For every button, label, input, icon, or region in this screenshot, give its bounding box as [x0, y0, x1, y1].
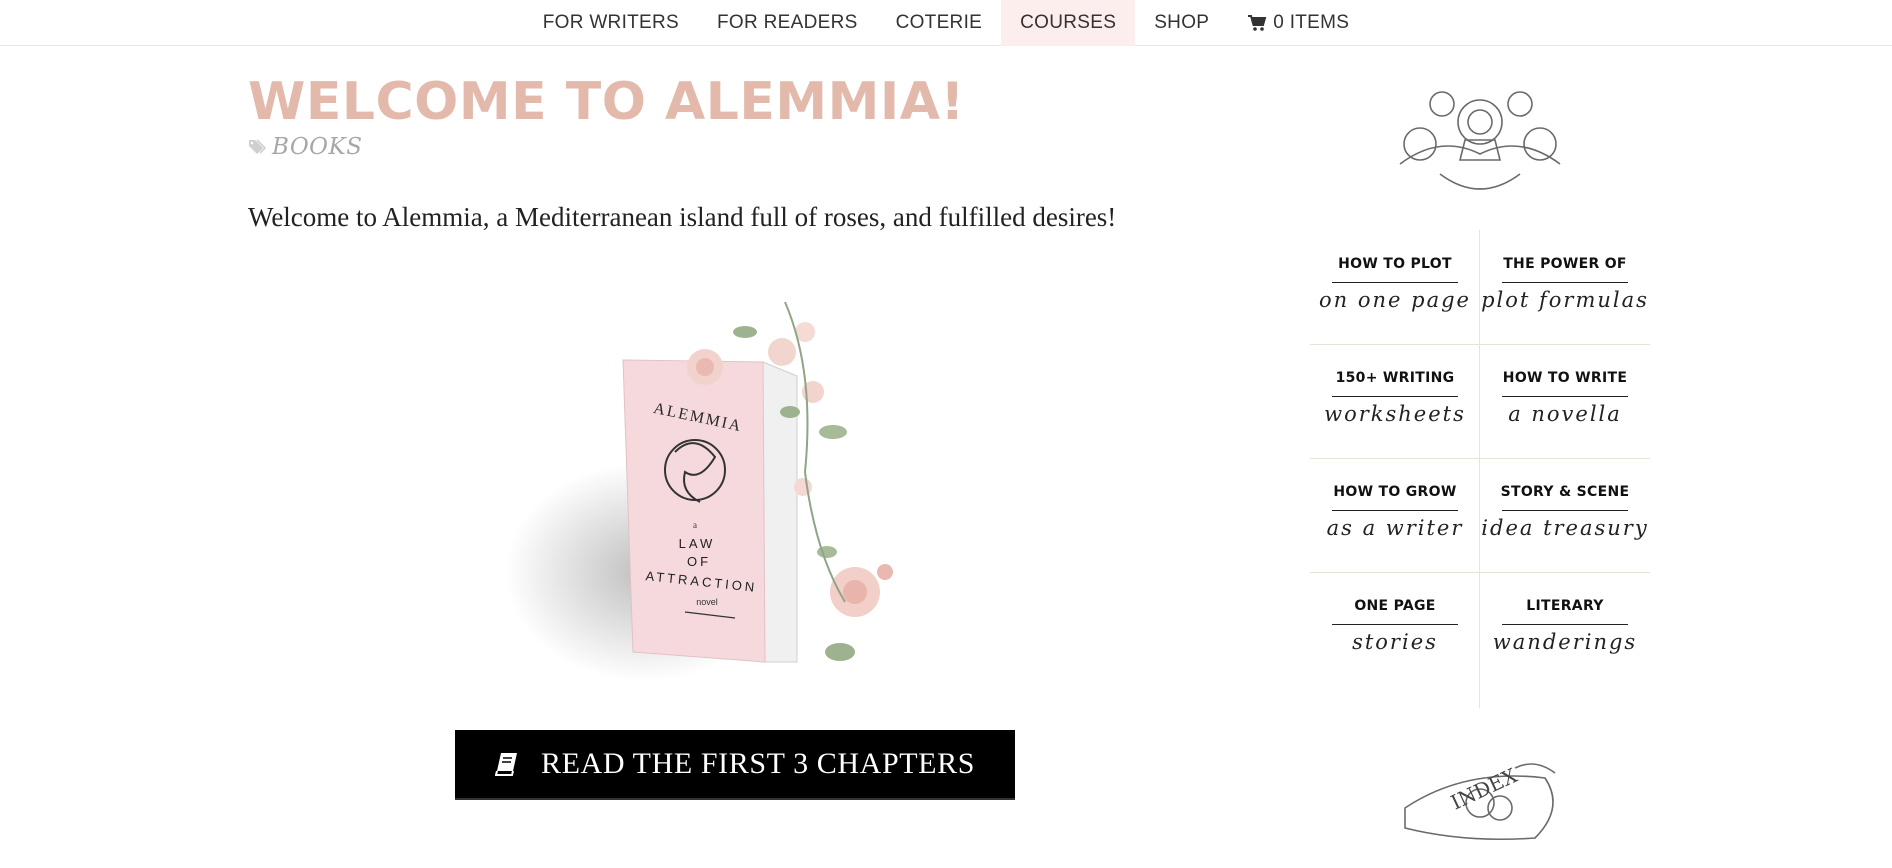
- nav-item-shop[interactable]: SHOP: [1135, 0, 1228, 46]
- link-how-to-plot[interactable]: HOW TO PLOT on one page: [1310, 230, 1480, 344]
- link-caption: HOW TO WRITE: [1502, 370, 1628, 386]
- link-caption: STORY & SCENE: [1500, 484, 1630, 500]
- index-label: INDEX: [1447, 763, 1522, 815]
- book-cover: [622, 359, 766, 663]
- link-script: on one page: [1319, 288, 1471, 312]
- link-rule: [1332, 510, 1458, 511]
- nav-item-for-writers[interactable]: FOR WRITERS: [524, 0, 698, 46]
- read-chapters-button[interactable]: READ THE FIRST 3 CHAPTERS: [455, 730, 1015, 798]
- rose-ornament-image: [1399, 91, 1561, 190]
- nav-item-for-readers[interactable]: FOR READERS: [698, 0, 877, 46]
- cart-icon: [1248, 15, 1267, 31]
- link-script: plot formulas: [1481, 288, 1649, 312]
- nav-item-coterie[interactable]: COTERIE: [877, 0, 1002, 46]
- link-rule: [1332, 282, 1458, 283]
- link-script: stories: [1352, 630, 1438, 654]
- post-category[interactable]: BOOKS: [248, 132, 362, 162]
- book-line-of: OF: [687, 554, 711, 569]
- link-caption: ONE PAGE: [1354, 598, 1436, 614]
- category-label: BOOKS: [272, 134, 363, 160]
- link-rule: [1502, 510, 1628, 511]
- link-how-to-write-novella[interactable]: HOW TO WRITE a novella: [1480, 344, 1650, 458]
- link-power-of-plot-formulas[interactable]: THE POWER OF plot formulas: [1480, 230, 1650, 344]
- cart-count: 0 ITEMS: [1273, 12, 1350, 33]
- link-caption: HOW TO GROW: [1333, 484, 1457, 500]
- cart-link[interactable]: 0 ITEMS: [1228, 0, 1368, 46]
- link-rule: [1332, 396, 1458, 397]
- book-line-law: LAW: [679, 536, 716, 551]
- link-how-to-grow[interactable]: HOW TO GROW as a writer: [1310, 458, 1480, 572]
- link-script: idea treasury: [1481, 516, 1649, 540]
- nav-item-courses[interactable]: COURSES: [1001, 0, 1136, 46]
- book-icon: [495, 753, 518, 776]
- book-line-novel: novel: [696, 597, 718, 607]
- book-cover-image[interactable]: ALEMMIA a LAW OF ATTRACTION novel: [485, 272, 985, 692]
- page-title: WELCOME TO ALEMMIA!: [248, 72, 965, 132]
- link-caption: LITERARY: [1526, 598, 1604, 614]
- link-script: as a writer: [1326, 516, 1464, 540]
- link-script: a novella: [1508, 402, 1622, 426]
- link-rule: [1502, 624, 1628, 625]
- link-script: wanderings: [1492, 630, 1638, 654]
- link-caption: THE POWER OF: [1503, 256, 1627, 272]
- cta-label: READ THE FIRST 3 CHAPTERS: [541, 747, 975, 780]
- book-line-a: a: [693, 520, 697, 530]
- link-script: worksheets: [1324, 402, 1466, 426]
- index-ornament-image[interactable]: INDEX: [1385, 748, 1575, 848]
- writing-resources-grid: HOW TO PLOT on one page THE POWER OF plo…: [1310, 230, 1650, 708]
- link-one-page-stories[interactable]: ONE PAGE stories: [1310, 572, 1480, 686]
- link-literary-wanderings[interactable]: LITERARY wanderings: [1480, 572, 1650, 686]
- link-rule: [1502, 282, 1628, 283]
- link-story-scene-treasury[interactable]: STORY & SCENE idea treasury: [1480, 458, 1650, 572]
- nav-list: FOR WRITERS FOR READERS COTERIE COURSES …: [0, 0, 1892, 46]
- top-navigation: FOR WRITERS FOR READERS COTERIE COURSES …: [0, 0, 1892, 46]
- link-rule: [1332, 624, 1458, 625]
- link-caption: 150+ WRITING: [1335, 370, 1455, 386]
- link-caption: HOW TO PLOT: [1338, 256, 1452, 272]
- link-rule: [1502, 396, 1628, 397]
- link-writing-worksheets[interactable]: 150+ WRITING worksheets: [1310, 344, 1480, 458]
- intro-text: Welcome to Alemmia, a Mediterranean isla…: [248, 202, 1117, 232]
- tags-icon: [249, 139, 266, 154]
